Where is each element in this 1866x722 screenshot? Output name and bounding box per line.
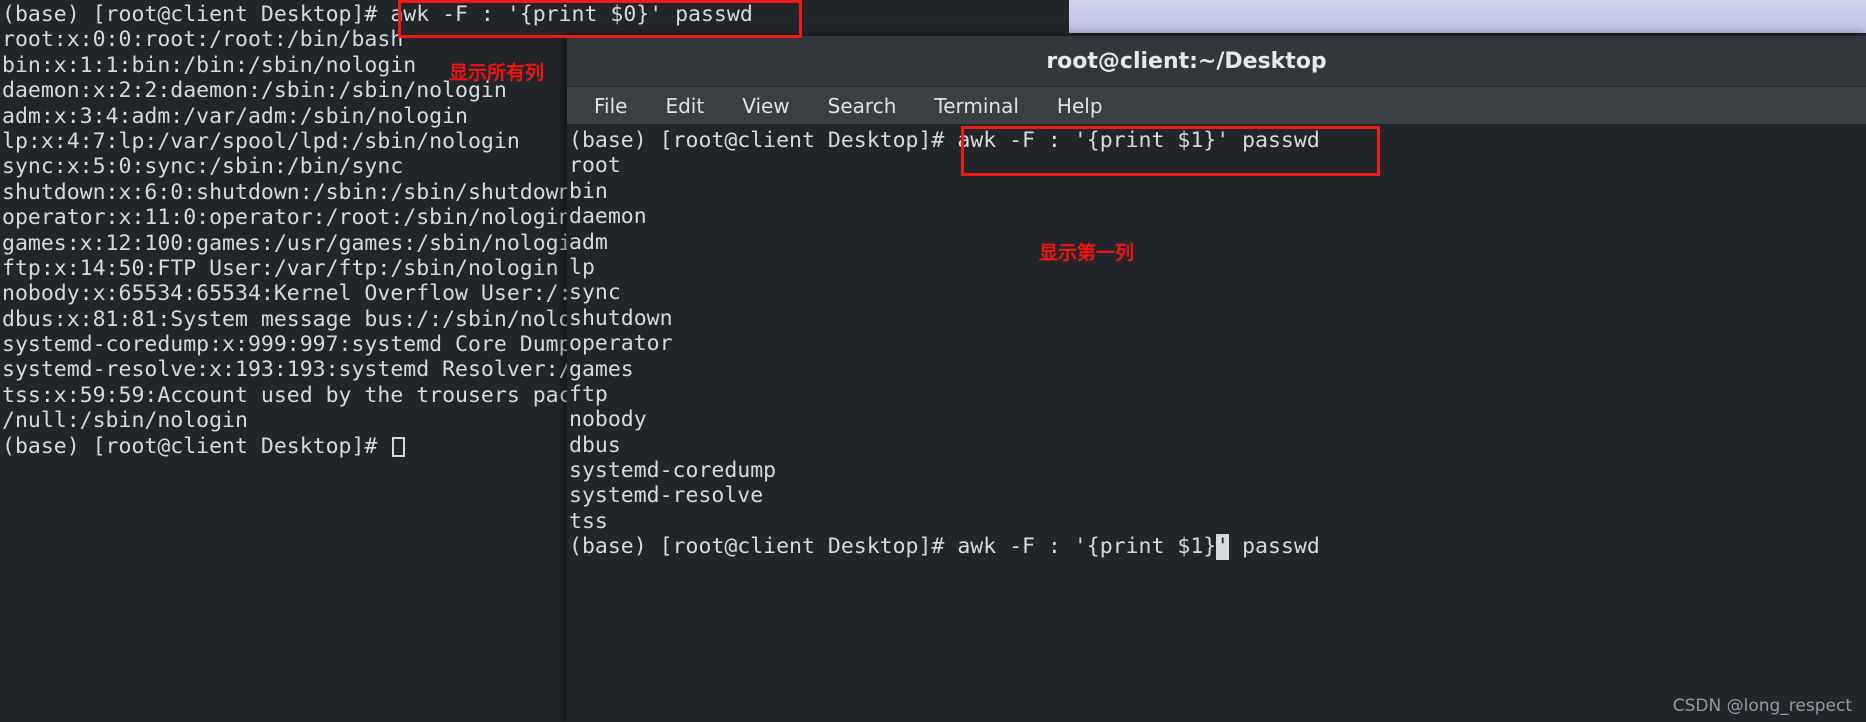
front-terminal-output-line: bin bbox=[569, 178, 608, 204]
command-tail-text: passwd bbox=[1229, 534, 1320, 560]
front-terminal-output-line: tss bbox=[569, 508, 608, 534]
wallpaper-strip bbox=[1069, 0, 1866, 33]
front-terminal-output-line: daemon bbox=[569, 204, 647, 230]
front-terminal-window[interactable]: root@client:~/Desktop File Edit View Sea… bbox=[567, 36, 1866, 722]
annotation-all-columns: 显示所有列 bbox=[449, 62, 545, 84]
rear-terminal-cursor bbox=[392, 436, 406, 457]
menubar[interactable]: File Edit View Search Terminal Help bbox=[567, 87, 1866, 124]
text-cursor: ' bbox=[1216, 534, 1230, 560]
menu-item-search[interactable]: Search bbox=[823, 91, 902, 121]
menu-item-edit[interactable]: Edit bbox=[660, 91, 709, 121]
front-terminal-body[interactable]: (base) [root@client Desktop]# awk -F : '… bbox=[567, 124, 1866, 722]
screen: (base) [root@client Desktop]# awk -F : '… bbox=[0, 0, 1866, 722]
front-terminal-output-line: root bbox=[569, 153, 621, 179]
titlebar[interactable]: root@client:~/Desktop bbox=[567, 36, 1866, 87]
front-terminal-output-line: nobody bbox=[569, 407, 647, 433]
prompt-text: (base) [root@client Desktop]# awk -F : '… bbox=[569, 534, 1217, 560]
rear-terminal-line: (base) [root@client Desktop]# awk -F : '… bbox=[2, 2, 753, 27]
front-terminal-output-line: operator bbox=[569, 331, 673, 357]
front-terminal-command-line: (base) [root@client Desktop]# awk -F : '… bbox=[569, 128, 1320, 153]
front-terminal-output-line: adm bbox=[569, 229, 608, 255]
front-terminal-output-line: systemd-resolve bbox=[569, 483, 764, 509]
front-terminal-output: (base) [root@client Desktop]# awk -F : '… bbox=[569, 128, 1320, 560]
annotation-first-column: 显示第一列 bbox=[1039, 242, 1135, 264]
menu-item-terminal[interactable]: Terminal bbox=[929, 91, 1024, 121]
front-terminal-output-line: systemd-coredump bbox=[569, 458, 777, 484]
window-title: root@client:~/Desktop bbox=[1046, 49, 1327, 74]
front-terminal-output-line: lp bbox=[569, 254, 595, 280]
watermark: CSDN @long_respect bbox=[1672, 696, 1852, 716]
front-terminal-output-line: shutdown bbox=[569, 305, 673, 331]
front-terminal-output-line: dbus bbox=[569, 432, 621, 458]
menu-item-file[interactable]: File bbox=[589, 91, 632, 121]
front-terminal-last-line: (base) [root@client Desktop]# awk -F : '… bbox=[569, 534, 1320, 560]
front-terminal-output-line: sync bbox=[569, 280, 621, 306]
menu-item-view[interactable]: View bbox=[737, 91, 794, 121]
front-terminal-output-line: ftp bbox=[569, 381, 608, 407]
menu-item-help[interactable]: Help bbox=[1052, 91, 1108, 121]
front-terminal-output-line: games bbox=[569, 356, 634, 382]
